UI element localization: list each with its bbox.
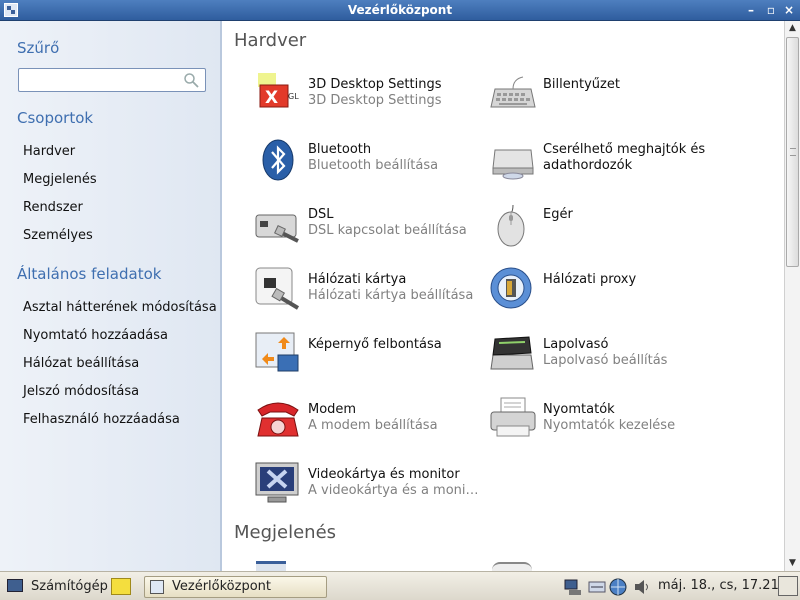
grip-icon	[790, 148, 796, 156]
search-icon[interactable]	[183, 72, 199, 88]
item-name: DSL	[308, 207, 334, 222]
update-globe-icon[interactable]	[608, 577, 628, 597]
item-scanner[interactable]: Lapolvasó Lapolvasó beállítás	[489, 331, 719, 387]
groups-heading: Csoportok	[17, 109, 94, 127]
item-video-monitor[interactable]: Videokártya és monitor A videokártya és …	[254, 461, 484, 517]
svg-text:X: X	[265, 88, 278, 108]
item-desc: 3D Desktop Settings	[308, 93, 442, 108]
svg-text:GL: GL	[288, 92, 299, 101]
common-tasks-heading: Általános feladatok	[17, 265, 162, 283]
minimize-button[interactable]: –	[743, 2, 759, 18]
item-screen-resolution[interactable]: Képernyő felbontása	[254, 331, 484, 387]
item-name: Bluetooth	[308, 142, 372, 157]
3d-desktop-icon: X GL	[258, 73, 299, 108]
item-removable-drives[interactable]: Cserélhető meghajtók és adathordozók	[489, 136, 719, 192]
filter-heading: Szűrő	[17, 39, 60, 57]
computer-icon	[7, 579, 23, 592]
item-name: Modem	[308, 402, 357, 417]
taskbar-window-button[interactable]: Vezérlőközpont	[144, 576, 327, 598]
item-name: Hálózati proxy	[543, 272, 637, 287]
scroll-thumb[interactable]	[786, 37, 799, 267]
item-desc: Lapolvasó beállítás	[543, 353, 668, 368]
item-dsl[interactable]: DSL DSL kapcsolat beállítása	[254, 201, 484, 257]
modem-phone-icon	[257, 402, 299, 437]
removable-drive-icon	[492, 149, 534, 180]
group-link-system[interactable]: Rendszer	[23, 200, 83, 215]
item-name: Képernyő felbontása	[308, 337, 442, 352]
group-link-hardware[interactable]: Hardver	[23, 144, 75, 159]
computer-label: Számítógép	[31, 579, 108, 594]
mouse-icon	[497, 204, 525, 247]
item-mouse[interactable]: Egér	[489, 201, 719, 257]
window-title: Vezérlőközpont	[347, 3, 453, 17]
task-network-setup[interactable]: Hálózat beállítása	[23, 356, 139, 371]
task-add-printer[interactable]: Nyomtató hozzáadása	[23, 328, 168, 343]
group-title-hardware: Hardver	[234, 30, 307, 51]
screen-resolution-icon	[255, 332, 299, 372]
appearance-partial-icon	[256, 561, 286, 571]
item-name: Nyomtatók	[543, 402, 615, 417]
item-keyboard[interactable]: Billentyűzet	[489, 71, 719, 127]
network-connection-icon[interactable]	[587, 577, 607, 597]
item-desc: Bluetooth beállítása	[308, 158, 439, 173]
item-desc: DSL kapcsolat beállítása	[308, 223, 467, 238]
maximize-button[interactable]: ▫	[763, 2, 779, 18]
search-field[interactable]	[18, 68, 206, 92]
item-name: 3D Desktop Settings	[308, 77, 442, 92]
vertical-scrollbar[interactable]: ▲ ▼	[784, 21, 800, 571]
item-desc: A videokártya és a moni…	[308, 483, 479, 498]
task-change-password[interactable]: Jelszó módosítása	[23, 384, 139, 399]
item-3d-desktop-settings[interactable]: X GL 3D Desktop Settings 3D Desktop Sett…	[254, 71, 484, 127]
item-modem[interactable]: Modem A modem beállítása	[254, 396, 484, 452]
taskbar-window-label: Vezérlőközpont	[172, 579, 271, 594]
title-bar: Vezérlőközpont – ▫ ×	[0, 0, 800, 21]
item-bluetooth[interactable]: Bluetooth Bluetooth beállítása	[254, 136, 484, 192]
dsl-modem-icon	[255, 214, 299, 243]
search-input[interactable]	[22, 71, 172, 89]
video-monitor-icon	[255, 462, 299, 503]
network-proxy-icon	[490, 267, 532, 309]
item-name: Videokártya és monitor	[308, 467, 460, 482]
scanner-icon	[490, 336, 534, 370]
volume-icon[interactable]	[632, 577, 652, 597]
item-printers[interactable]: Nyomtatók Nyomtatók kezelése	[489, 396, 719, 452]
show-desktop-button[interactable]	[778, 576, 798, 596]
group-title-appearance: Megjelenés	[234, 522, 337, 543]
window-icon	[150, 580, 164, 594]
group-link-appearance[interactable]: Megjelenés	[23, 172, 97, 187]
task-add-user[interactable]: Felhasználó hozzáadása	[23, 412, 180, 427]
task-change-background[interactable]: Asztal hátterének módosítása	[23, 300, 217, 315]
item-desc: A modem beállítása	[308, 418, 438, 433]
item-desc: Hálózati kártya beállítása	[308, 288, 474, 303]
item-name: Lapolvasó	[543, 337, 609, 352]
item-name: Cserélhető meghajtók és adathordozók	[543, 142, 706, 173]
appearance-partial-icon-2	[492, 562, 532, 571]
bluetooth-icon	[262, 139, 294, 181]
network-card-icon	[255, 267, 300, 310]
item-name: Egér	[543, 207, 573, 222]
group-link-personal[interactable]: Személyes	[23, 228, 93, 243]
printer-icon	[490, 397, 536, 437]
network-status-icon[interactable]	[563, 577, 583, 597]
clock[interactable]: máj. 18., cs, 17.21	[658, 578, 779, 593]
item-network-card[interactable]: Hálózati kártya Hálózati kártya beállítá…	[254, 266, 484, 322]
keyboard-icon	[490, 76, 536, 108]
scroll-down-arrow-icon[interactable]: ▼	[785, 556, 800, 571]
scroll-up-arrow-icon[interactable]: ▲	[785, 21, 800, 36]
control-center-main: Hardver X GL 3D Desktop Settings 3D Desk…	[224, 21, 784, 571]
notes-icon[interactable]	[111, 578, 131, 595]
close-button[interactable]: ×	[781, 2, 797, 18]
taskbar: Számítógép Vezérlőközpont máj. 18., cs, …	[0, 571, 800, 600]
sidebar: Szűrő Csoportok Hardver Megjelenés Rends…	[0, 21, 222, 571]
item-network-proxy[interactable]: Hálózati proxy	[489, 266, 719, 322]
item-desc: Nyomtatók kezelése	[543, 418, 676, 433]
item-name: Billentyűzet	[543, 77, 620, 92]
item-name: Hálózati kártya	[308, 272, 407, 287]
